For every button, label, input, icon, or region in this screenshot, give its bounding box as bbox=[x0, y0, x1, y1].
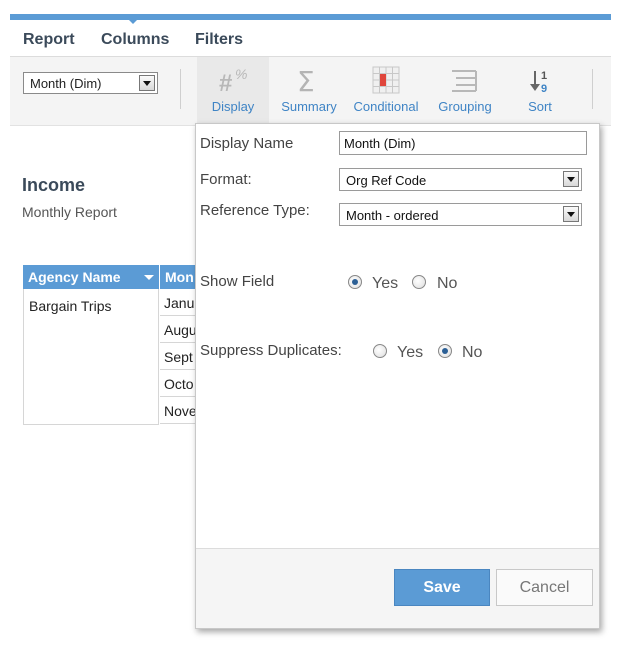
column-header-label: Mon bbox=[165, 269, 194, 285]
chevron-down-icon[interactable] bbox=[563, 206, 579, 222]
format-select[interactable]: Org Ref Code bbox=[339, 168, 582, 191]
display-label: Display bbox=[211, 99, 255, 114]
conditional-grid-icon bbox=[372, 66, 400, 94]
report-title: Income bbox=[22, 175, 86, 195]
suppress-yes-label: Yes bbox=[397, 344, 424, 361]
month-cell: Sept bbox=[164, 349, 193, 365]
save-button[interactable]: Save bbox=[394, 569, 490, 606]
show-field-no-radio[interactable] bbox=[412, 275, 426, 289]
grouping-button[interactable]: Grouping bbox=[428, 57, 502, 125]
svg-text:1: 1 bbox=[541, 70, 547, 82]
format-value: Org Ref Code bbox=[346, 173, 427, 188]
sort-desc-icon[interactable] bbox=[144, 275, 154, 280]
agency-cell: Bargain Trips bbox=[23, 289, 159, 425]
suppress-no-label: No bbox=[462, 344, 483, 361]
month-cell: Janu bbox=[164, 295, 195, 311]
field-select-value: Month (Dim) bbox=[30, 76, 102, 91]
column-header-agency[interactable]: Agency Name bbox=[23, 265, 159, 289]
cancel-button[interactable]: Cancel bbox=[496, 569, 593, 606]
chevron-down-icon[interactable] bbox=[139, 75, 155, 91]
month-cell: Augu bbox=[164, 322, 197, 338]
show-field-no-label: No bbox=[437, 275, 458, 292]
display-name-value: Month (Dim) bbox=[344, 136, 416, 151]
menu-filters[interactable]: Filters bbox=[195, 31, 243, 49]
menu-columns[interactable]: Columns bbox=[101, 31, 169, 49]
toolbar-divider bbox=[592, 69, 593, 109]
display-button[interactable]: # % Display bbox=[197, 57, 269, 125]
suppress-duplicates-label: Suppress Duplicates: bbox=[200, 342, 342, 359]
summary-label: Summary bbox=[281, 99, 337, 114]
month-cell: Octo bbox=[164, 376, 194, 392]
show-field-label: Show Field bbox=[200, 273, 275, 290]
toolbar-divider bbox=[180, 69, 181, 109]
summary-button[interactable]: Σ Summary bbox=[275, 57, 343, 125]
report-subtitle: Monthly Report bbox=[22, 204, 117, 220]
reference-type-label: Reference Type: bbox=[200, 202, 310, 219]
display-name-input[interactable]: Month (Dim) bbox=[339, 131, 587, 155]
format-label: Format: bbox=[200, 171, 252, 188]
reference-type-value: Month - ordered bbox=[346, 208, 439, 223]
suppress-no-radio[interactable] bbox=[438, 344, 452, 358]
month-cell: Nove bbox=[164, 403, 197, 419]
show-field-yes-label: Yes bbox=[372, 275, 399, 292]
column-header-label: Agency Name bbox=[28, 269, 121, 285]
grouping-lines-icon bbox=[452, 70, 477, 92]
menu-bar: Report Columns Filters bbox=[10, 20, 611, 57]
conditional-label: Conditional bbox=[353, 99, 419, 114]
field-select[interactable]: Month (Dim) bbox=[23, 72, 158, 94]
chevron-down-icon[interactable] bbox=[563, 171, 579, 187]
svg-text:#: # bbox=[219, 70, 232, 95]
reference-type-select[interactable]: Month - ordered bbox=[339, 203, 582, 226]
sort-label: Sort bbox=[528, 99, 552, 114]
grouping-label: Grouping bbox=[438, 99, 492, 114]
conditional-button[interactable]: Conditional bbox=[348, 57, 424, 125]
sigma-icon: Σ bbox=[297, 65, 315, 95]
report-grid: Agency Name Mon Bargain Trips Janu Augu … bbox=[23, 265, 220, 425]
show-field-yes-radio[interactable] bbox=[348, 275, 362, 289]
toolbar: Month (Dim) # % Display Σ Summary Condit… bbox=[10, 57, 611, 126]
suppress-yes-radio[interactable] bbox=[373, 344, 387, 358]
display-name-label: Display Name bbox=[200, 135, 294, 152]
svg-text:%: % bbox=[235, 66, 247, 82]
sort-1-9-icon: 1 9 bbox=[530, 70, 547, 95]
display-format-icon: # % bbox=[219, 66, 247, 95]
agency-name-text: Bargain Trips bbox=[29, 298, 112, 314]
svg-text:9: 9 bbox=[541, 83, 547, 95]
sort-button[interactable]: 1 9 Sort bbox=[510, 57, 570, 125]
display-properties-panel: Display Name Month (Dim) Format: Org Ref… bbox=[195, 123, 600, 629]
menu-report[interactable]: Report bbox=[23, 31, 75, 49]
svg-text:Σ: Σ bbox=[297, 65, 315, 95]
